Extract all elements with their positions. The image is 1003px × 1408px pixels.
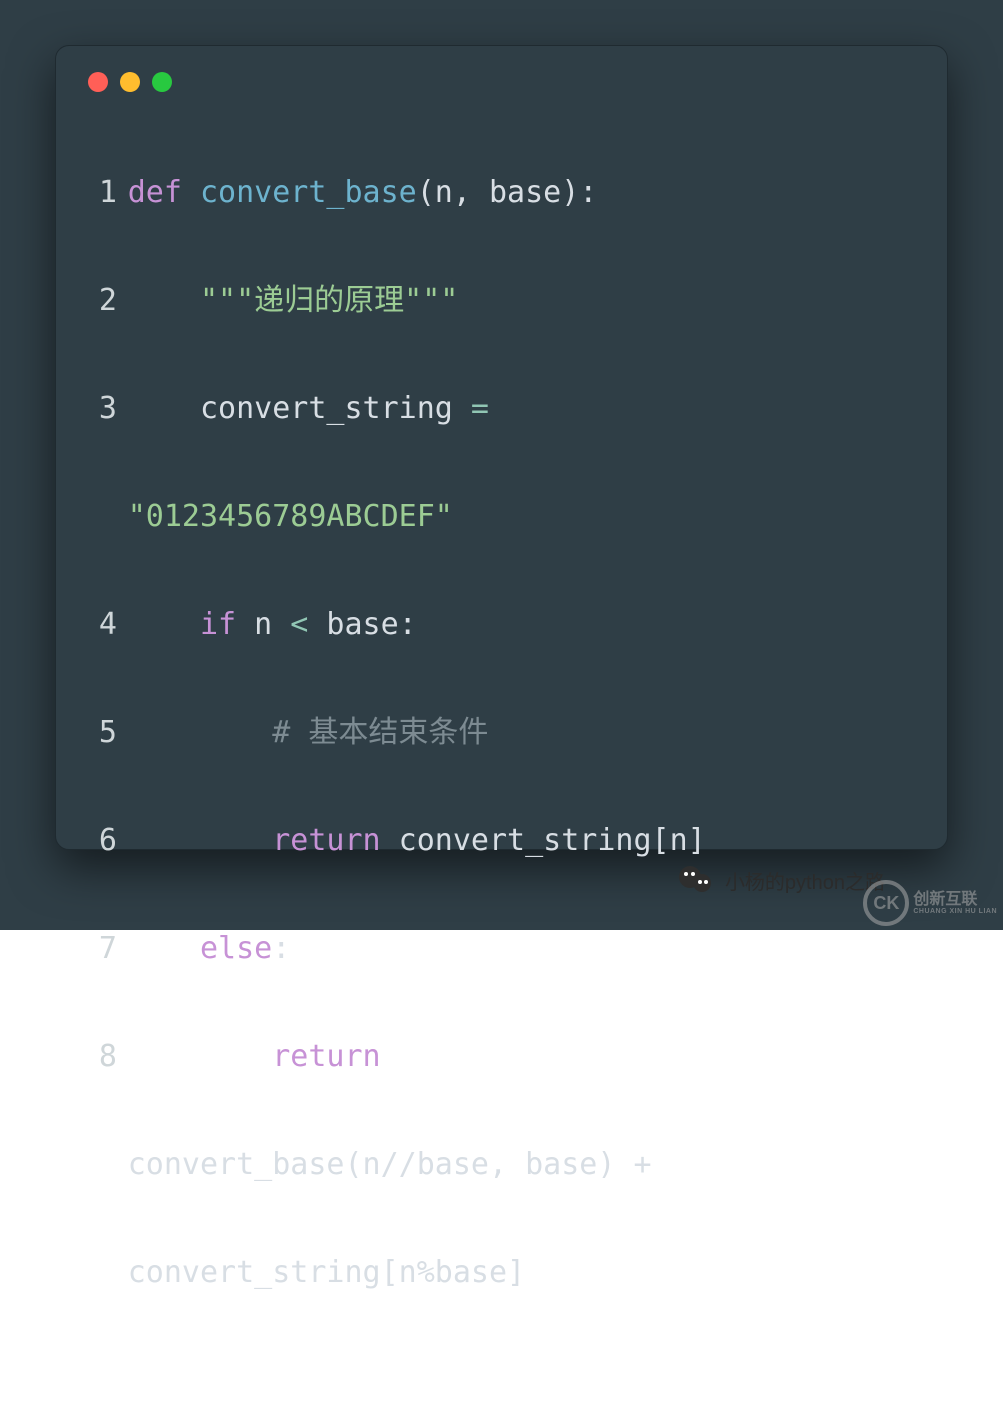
code-line: 2 """递归的原理""" [88, 274, 915, 328]
code-line: 8 return [88, 1030, 915, 1084]
code-line: 4 if n < base: [88, 598, 915, 652]
close-icon[interactable] [88, 72, 108, 92]
code-line: 7 else: [88, 922, 915, 976]
line-number: 5 [88, 706, 117, 760]
wechat-icon [679, 862, 715, 898]
line-number: 3 [88, 382, 117, 436]
window-controls [88, 72, 915, 92]
watermark-pinyin: CHUANG XIN HU LIAN [913, 908, 997, 915]
keyword-if: if [200, 607, 236, 642]
expression: convert_base(n//base, base) + [128, 1147, 670, 1182]
docstring: """递归的原理""" [200, 283, 458, 318]
keyword-def: def [128, 175, 182, 210]
code-line: convert_string[n%base] [88, 1246, 915, 1300]
code-line: convert_base(n//base, base) + [88, 1138, 915, 1192]
line-number [88, 1246, 117, 1300]
line-number: 8 [88, 1030, 117, 1084]
keyword-return: return [272, 823, 380, 858]
footer-text: 小杨的python之路 [725, 866, 885, 895]
args: n, base [435, 175, 561, 210]
line-number: 2 [88, 274, 117, 328]
code-window: 1def convert_base(n, base): 2 """递归的原理""… [55, 45, 948, 850]
page-background: 1def convert_base(n, base): 2 """递归的原理""… [0, 0, 1003, 930]
comment: # 基本结束条件 [272, 715, 488, 750]
watermark-logo-icon: CK [863, 880, 909, 926]
line-number [88, 1138, 117, 1192]
code-line: 1def convert_base(n, base): [88, 166, 915, 220]
code-line: 6 return convert_string[n] [88, 814, 915, 868]
line-number [88, 490, 117, 544]
code-line: 5 # 基本结束条件 [88, 706, 915, 760]
expression: convert_string[n%base] [128, 1255, 525, 1290]
string-literal: "0123456789ABCDEF" [128, 499, 453, 534]
watermark: CK 创新互联 CHUANG XIN HU LIAN [863, 880, 997, 926]
keyword-return: return [272, 1039, 380, 1074]
code-line: "0123456789ABCDEF" [88, 490, 915, 544]
watermark-brand: 创新互联 [913, 892, 997, 908]
line-number: 4 [88, 598, 117, 652]
zoom-icon[interactable] [152, 72, 172, 92]
minimize-icon[interactable] [120, 72, 140, 92]
identifier: convert_string [200, 391, 453, 426]
code-block: 1def convert_base(n, base): 2 """递归的原理""… [88, 112, 915, 1408]
line-number: 7 [88, 922, 117, 976]
line-number: 6 [88, 814, 117, 868]
footer: 小杨的python之路 [679, 862, 885, 898]
function-name: convert_base [200, 175, 417, 210]
line-number: 1 [88, 166, 117, 220]
keyword-else: else [200, 931, 272, 966]
code-line: 3 convert_string = [88, 382, 915, 436]
